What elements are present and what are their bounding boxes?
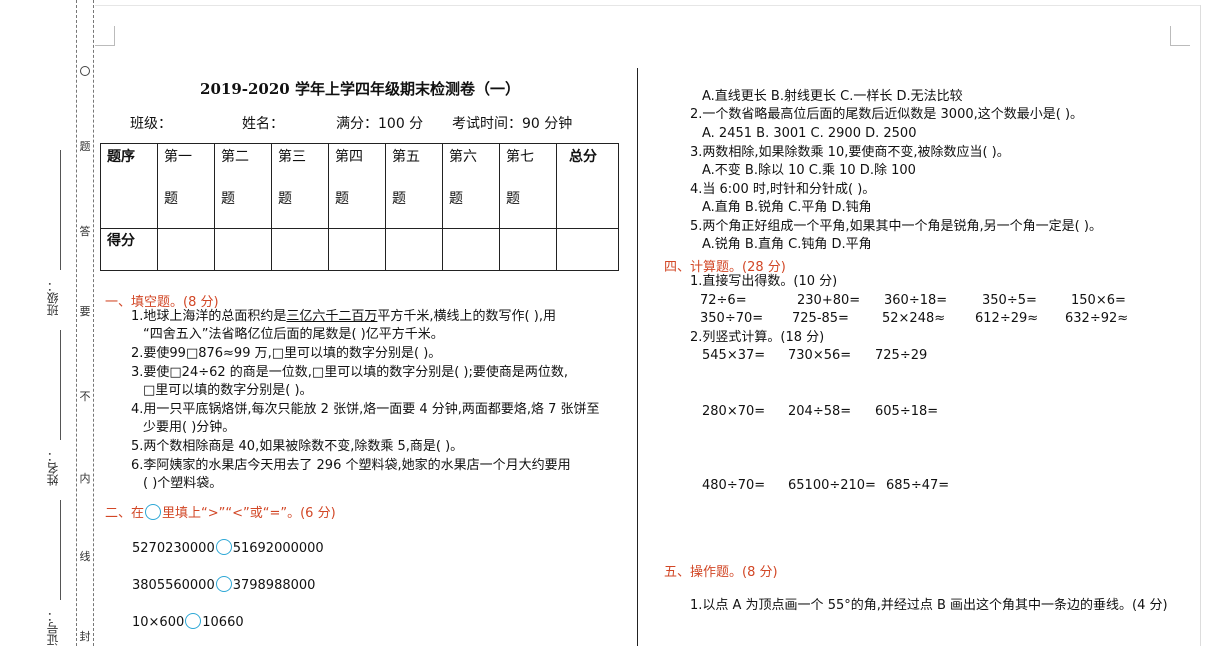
question-1-4-cont: 少要用( )分钟。	[143, 420, 236, 435]
id-label: 证号：	[46, 610, 60, 646]
question-5-1: 1.以点 A 为顶点画一个 55°的角,并经过点 B 画出这个角其中一条边的垂线…	[690, 598, 1168, 613]
compare-circle-icon[interactable]	[185, 613, 202, 629]
name-blank	[60, 330, 61, 440]
compare-row-3: 10×600 10660	[132, 613, 244, 630]
vertical-calc-item: 730×56=	[788, 348, 852, 363]
vertical-calc-item: 280×70=	[702, 404, 766, 419]
calc-item: 150×6=	[1071, 293, 1126, 308]
score-cell[interactable]	[214, 228, 272, 271]
vertical-calc-item: 725÷29	[875, 348, 928, 363]
vertical-calc-item: 605÷18=	[875, 404, 939, 419]
section-5-title: 五、操作题。(8 分)	[664, 565, 778, 580]
row-label-order: 题序	[100, 143, 158, 229]
seal-char: 不	[78, 390, 92, 404]
calc-item: 350÷70=	[700, 311, 764, 326]
q3-4-options: A.直角 B.锐角 C.平角 D.钝角	[702, 200, 872, 215]
seal-char: 线	[78, 550, 92, 564]
seal-char: 封	[78, 630, 92, 644]
score-col-6: 第六题	[442, 143, 500, 229]
q3-3: 3.两数相除,如果除数乘 10,要使商不变,被除数应当( )。	[690, 145, 1010, 160]
score-cell[interactable]	[271, 228, 329, 271]
section-4-sub-1: 1.直接写出得数。(10 分)	[690, 274, 838, 289]
exam-time: 考试时间：90 分钟	[452, 116, 573, 132]
exam-title: 2019-2020 学年上学四年级期末检测卷（一）	[200, 80, 520, 98]
section-2-title: 二、在 里填上“>”“<”或“=”。(6 分)	[105, 504, 336, 521]
question-1-3: 3.要使□24÷62 的商是一位数,□里可以填的数字分别是( );要使商是两位数…	[131, 365, 568, 380]
seal-char: 要	[78, 305, 92, 319]
score-col-2: 第二题	[214, 143, 272, 229]
q3-2-options: A. 2451 B. 3001 C. 2900 D. 2500	[702, 126, 917, 141]
score-col-4: 第四题	[328, 143, 386, 229]
column-divider	[637, 68, 638, 646]
page-right-edge	[1200, 5, 1201, 646]
q3-2: 2.一个数省略最高位后面的尾数后近似数是 3000,这个数最小是( )。	[690, 107, 1084, 122]
question-1-6: 6.李阿姨家的水果店今天用去了 296 个塑料袋,她家的水果店一个月大约要用	[131, 458, 571, 473]
vertical-calc-item: 685÷47=	[886, 478, 950, 493]
section-1-title: 一、填空题。(8 分)	[105, 295, 219, 310]
score-cell[interactable]	[157, 228, 215, 271]
q3-3-options: A.不变 B.除以 10 C.乘 10 D.除 100	[702, 163, 916, 178]
right-column: A.直线更长 B.射线更长 C.一样长 D.无法比较 2.一个数省略最高位后面的…	[655, 0, 1195, 646]
q3-5-options: A.锐角 B.直角 C.钝角 D.平角	[702, 237, 872, 252]
compare-circle-icon	[145, 504, 162, 520]
score-table: 题序 第一题 第二题 第三题 第四题 第五题 第六题 第七题 总分 得分	[100, 143, 619, 271]
vertical-calc-item: 204÷58=	[788, 404, 852, 419]
compare-row-2: 3805560000 3798988000	[132, 576, 316, 593]
compare-row-1: 5270230000 51692000000	[132, 539, 324, 556]
calc-item: 230+80=	[797, 293, 861, 308]
section-4-sub-2: 2.列竖式计算。(18 分)	[690, 330, 825, 345]
score-cell[interactable]	[442, 228, 500, 271]
calc-item: 725-85=	[792, 311, 849, 326]
binding-hole-icon	[80, 66, 90, 76]
name-field: 姓名：	[242, 116, 284, 132]
score-cell[interactable]	[328, 228, 386, 271]
question-1-5: 5.两个数相除商是 40,如果被除数不变,除数乘 5,商是( )。	[131, 439, 464, 454]
seal-char: 题	[78, 140, 92, 154]
binding-dash-line-right	[93, 0, 94, 646]
calc-item: 350÷5=	[982, 293, 1037, 308]
compare-circle-icon[interactable]	[215, 576, 232, 592]
q3-5: 5.两个角正好组成一个平角,如果其中一个角是锐角,另一个角一定是( )。	[690, 219, 1102, 234]
calc-item: 52×248≈	[882, 311, 946, 326]
score-cell[interactable]	[499, 228, 557, 271]
row-label-score: 得分	[100, 228, 158, 271]
question-1-3-cont: □里可以填的数字分别是( )。	[143, 383, 313, 398]
seal-char: 内	[78, 472, 92, 486]
score-cell-total[interactable]	[556, 228, 619, 271]
score-cell[interactable]	[385, 228, 443, 271]
id-blank	[60, 500, 61, 600]
score-col-1: 第一题	[157, 143, 215, 229]
vertical-calc-item: 545×37=	[702, 348, 766, 363]
seal-char: 答	[78, 225, 92, 239]
full-score: 满分：100 分	[336, 116, 424, 132]
binding-dash-line-left	[76, 0, 77, 646]
score-col-7: 第七题	[499, 143, 557, 229]
calc-item: 612÷29≈	[975, 311, 1039, 326]
vertical-calc-item: 480÷70=	[702, 478, 766, 493]
section-4-title: 四、计算题。(28 分)	[664, 260, 786, 275]
compare-circle-icon[interactable]	[215, 539, 232, 555]
question-1-1: 1.地球上海洋的总面积约是三亿六千二百万平方千米,横线上的数写作( ),用	[131, 309, 556, 324]
question-1-6-cont: ( )个塑料袋。	[143, 476, 223, 491]
score-col-3: 第三题	[271, 143, 329, 229]
calc-item: 632÷92≈	[1065, 311, 1129, 326]
total-label: 总分	[556, 143, 619, 229]
vertical-calc-item: 65100÷210=	[788, 478, 876, 493]
class-field: 班级：	[130, 116, 172, 132]
question-1-4: 4.用一只平底锅烙饼,每次只能放 2 张饼,烙一面要 4 分钟,两面都要烙,烙 …	[131, 402, 600, 417]
question-1-2: 2.要使99□876≈99 万,□里可以填的数字分别是( )。	[131, 346, 442, 361]
score-col-5: 第五题	[385, 143, 443, 229]
q3-1-options: A.直线更长 B.射线更长 C.一样长 D.无法比较	[702, 89, 963, 104]
q3-4: 4.当 6:00 时,时针和分针成( )。	[690, 182, 876, 197]
calc-item: 360÷18=	[884, 293, 948, 308]
class-label: 班级：	[46, 280, 60, 316]
class-blank	[60, 150, 61, 270]
left-column: 2019-2020 学年上学四年级期末检测卷（一） 班级： 姓名： 满分：100…	[100, 0, 630, 646]
question-1-1-cont: “四舍五入”法省略亿位后面的尾数是( )亿平方千米。	[143, 327, 444, 342]
calc-item: 72÷6=	[700, 293, 747, 308]
name-label: 姓名：	[46, 450, 60, 486]
binding-margin: 题 答 要 不 内 线 封 班级： 姓名： 证号：	[0, 0, 100, 646]
